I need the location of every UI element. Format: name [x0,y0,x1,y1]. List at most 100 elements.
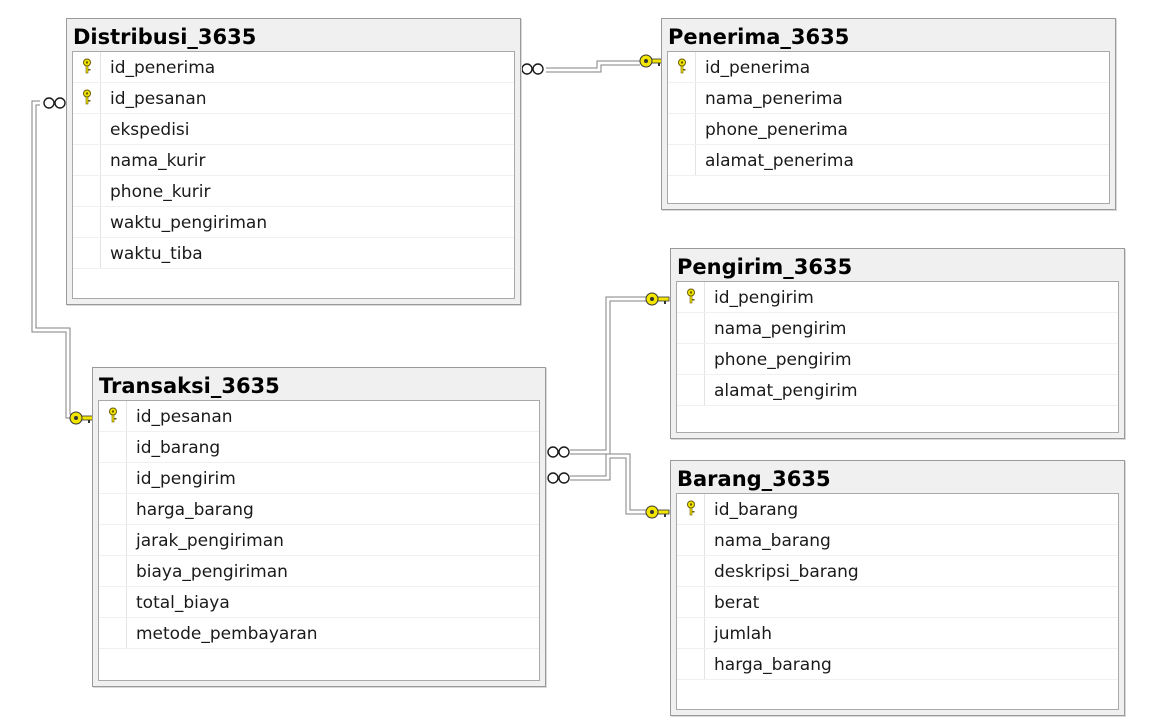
table-transaksi[interactable]: Transaksi_3635 id_pesanan id_barang id_pen… [92,367,546,687]
infinity-icon [547,472,570,484]
infinity-icon [521,63,544,75]
row-selector[interactable] [668,114,696,144]
row-selector[interactable] [677,587,705,617]
column-name: alamat_pengirim [714,381,858,401]
table-distribusi[interactable]: Distribusi_3635 id_penerima id_pesananeks… [66,18,521,305]
column-row[interactable]: nama_barang [677,525,1118,556]
row-selector[interactable] [73,238,101,268]
row-selector[interactable] [73,145,101,175]
primary-key-icon [676,58,688,74]
row-selector[interactable] [99,463,127,493]
column-name: id_pengirim [714,288,814,308]
key-icon [645,505,670,519]
key-icon [69,411,94,425]
table-penerima[interactable]: Penerima_3635 id_penerima nama_penerimaph… [661,18,1116,210]
column-name: id_penerima [110,58,216,78]
row-selector[interactable] [99,494,127,524]
column-row[interactable]: id_barang [677,494,1118,525]
column-grid: id_barang nama_barang deskripsi_barangbera… [676,493,1119,710]
column-name: jumlah [714,624,772,644]
column-name: nama_barang [714,531,831,551]
column-name: id_pengirim [136,469,236,489]
row-selector[interactable] [73,176,101,206]
row-selector[interactable] [677,375,705,405]
column-row[interactable]: total_biaya [99,587,539,618]
column-name: nama_penerima [705,89,843,109]
key-icon [639,54,664,68]
relationship-distribusi-penerima[interactable] [546,60,640,73]
column-name: id_pesanan [110,89,207,109]
column-row[interactable]: waktu_tiba [73,238,514,269]
column-row[interactable]: metode_pembayaran [99,618,539,649]
relationship-transaksi-barang[interactable] [570,453,646,515]
column-row[interactable]: id_pesanan [73,83,514,114]
column-row[interactable]: biaya_pengiriman [99,556,539,587]
column-name: alamat_penerima [705,151,854,171]
column-name: phone_pengirim [714,350,852,370]
column-name: jarak_pengiriman [136,531,284,551]
row-selector[interactable] [677,618,705,648]
row-selector[interactable] [99,587,127,617]
column-row[interactable]: id_pengirim [99,463,539,494]
row-selector[interactable] [677,344,705,374]
row-selector[interactable] [73,207,101,237]
row-selector[interactable] [99,618,127,648]
row-selector[interactable] [668,83,696,113]
row-selector[interactable] [99,525,127,555]
column-row[interactable]: nama_pengirim [677,313,1118,344]
table-title: Penerima_3635 [668,25,850,49]
column-row[interactable]: id_penerima [73,52,514,83]
row-selector[interactable] [99,432,127,462]
relationship-transaksi-pengirim[interactable] [570,296,646,455]
column-row[interactable]: harga_barang [677,649,1118,680]
row-selector[interactable] [99,556,127,586]
column-row[interactable]: deskripsi_barang [677,556,1118,587]
column-row[interactable]: id_penerima [668,52,1109,83]
column-grid: id_pesanan id_barang id_pengirim harga_bara… [98,400,540,681]
column-grid: id_pengirim nama_pengirim phone_pengirimal… [676,281,1119,433]
column-name: berat [714,593,760,613]
key-icon [645,292,670,306]
column-row[interactable]: nama_kurir [73,145,514,176]
column-row[interactable]: harga_barang [99,494,539,525]
column-row[interactable]: alamat_penerima [668,145,1109,176]
column-row[interactable]: waktu_pengiriman [73,207,514,238]
table-barang[interactable]: Barang_3635 id_barang nama_barang deskrips… [670,460,1125,716]
row-selector[interactable] [677,525,705,555]
column-row[interactable]: id_pengirim [677,282,1118,313]
column-row[interactable]: alamat_pengirim [677,375,1118,406]
column-name: metode_pembayaran [136,624,318,644]
column-row[interactable]: phone_kurir [73,176,514,207]
column-row[interactable]: jarak_pengiriman [99,525,539,556]
column-grid: id_penerima nama_penerima phone_penerimaal… [667,51,1110,204]
column-row[interactable]: phone_pengirim [677,344,1118,375]
primary-key-icon [107,407,119,423]
column-row[interactable]: id_pesanan [99,401,539,432]
column-row[interactable]: ekspedisi [73,114,514,145]
column-name: id_barang [714,500,799,520]
column-name: ekspedisi [110,120,190,140]
table-title: Distribusi_3635 [73,25,257,49]
table-pengirim[interactable]: Pengirim_3635 id_pengirim nama_pengirimph… [670,248,1125,439]
column-grid: id_penerima id_pesanan ekspedisi nama_kurir… [72,51,515,299]
row-selector[interactable] [668,145,696,175]
primary-key-icon [81,58,93,74]
table-title: Pengirim_3635 [677,255,853,279]
row-selector[interactable] [677,649,705,679]
infinity-icon [43,97,66,109]
primary-key-icon [685,288,697,304]
row-selector[interactable] [677,556,705,586]
row-selector[interactable] [677,313,705,343]
column-row[interactable]: jumlah [677,618,1118,649]
column-row[interactable]: id_barang [99,432,539,463]
column-name: id_pesanan [136,407,233,427]
column-name: harga_barang [714,655,832,675]
column-name: waktu_pengiriman [110,213,268,233]
column-row[interactable]: nama_penerima [668,83,1109,114]
column-name: waktu_tiba [110,244,203,264]
column-row[interactable]: phone_penerima [668,114,1109,145]
column-row[interactable]: berat [677,587,1118,618]
row-selector[interactable] [73,114,101,144]
column-name: phone_kurir [110,182,211,202]
primary-key-icon [81,89,93,105]
